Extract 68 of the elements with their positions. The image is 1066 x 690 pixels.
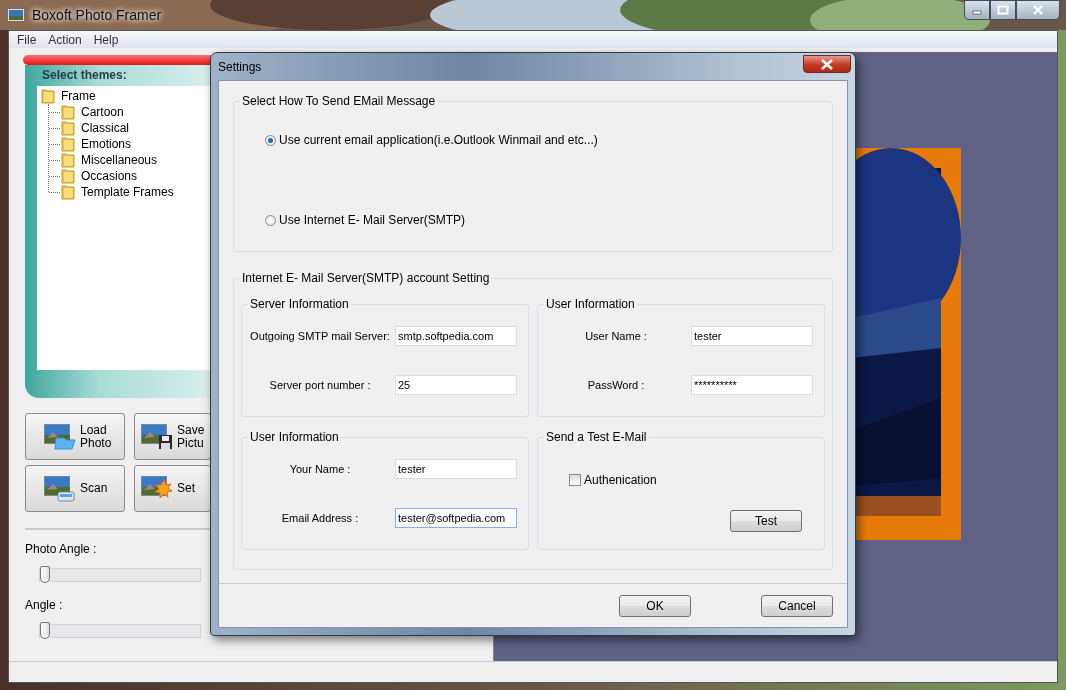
group-title: User Information	[544, 297, 637, 311]
minimize-button[interactable]	[964, 0, 990, 20]
checkbox[interactable]	[569, 474, 581, 486]
radio-button[interactable]	[265, 134, 276, 146]
tool-button[interactable]: Set	[134, 465, 211, 512]
folder-icon	[61, 184, 75, 200]
slider-thumb[interactable]	[40, 622, 50, 639]
text-field[interactable]: smtp.softpedia.com	[395, 326, 517, 346]
tool-button[interactable]: Scan	[25, 465, 125, 512]
text-field[interactable]: tester@softpedia.com	[395, 508, 517, 528]
slider-label: Photo Angle :	[25, 542, 98, 556]
slider-label: Angle :	[25, 598, 64, 612]
tree-item[interactable]: Template Frames	[81, 185, 174, 199]
text-field[interactable]: tester	[395, 459, 517, 479]
radio-label[interactable]: Use current email application(i.e.Outlook Winmail and etc...)	[279, 133, 598, 147]
field-label: Server port number :	[268, 379, 372, 391]
app-icon	[8, 9, 24, 21]
group-title: Select How To Send EMail Message	[240, 94, 438, 108]
slider[interactable]	[39, 624, 201, 638]
folder-icon	[61, 120, 75, 136]
tool-button[interactable]: Load Photo	[25, 413, 125, 460]
folder-icon	[61, 168, 75, 184]
dialog-title: Settings	[218, 60, 262, 74]
folder-icon	[61, 136, 75, 152]
close-icon	[820, 58, 834, 70]
menu-item[interactable]: Help	[87, 32, 125, 47]
menu-item[interactable]: Action	[42, 32, 88, 47]
checkbox-label[interactable]: Authenication	[584, 473, 657, 487]
field-label: User Name :	[584, 330, 648, 342]
tool-button[interactable]: Save Pictu	[134, 413, 211, 460]
menu-item[interactable]: File	[11, 32, 43, 47]
folder-icon	[61, 104, 75, 120]
tree-item[interactable]: Emotions	[81, 137, 132, 151]
photo-folder-icon	[44, 423, 76, 450]
tree-item[interactable]: Frame	[61, 89, 96, 103]
folder-icon	[61, 152, 75, 168]
group-title: User Information	[248, 430, 341, 444]
maximize-button[interactable]	[990, 0, 1016, 20]
radio-button[interactable]	[265, 214, 276, 226]
maximize-icon	[997, 5, 1009, 15]
close-icon	[1032, 5, 1044, 15]
window-title: Boxoft Photo Framer	[32, 7, 162, 23]
dialog-button[interactable]: OK	[619, 594, 691, 617]
text-field[interactable]: tester	[691, 326, 813, 346]
field-label: Your Name :	[288, 463, 352, 475]
group-title: Internet E- Mail Server(SMTP) account Setting	[240, 271, 492, 285]
slider-thumb[interactable]	[40, 566, 50, 583]
field-label: Email Address :	[280, 512, 360, 524]
close-button[interactable]	[803, 55, 851, 73]
tree-item[interactable]: Occasions	[81, 169, 138, 183]
tree-item[interactable]: Cartoon	[81, 105, 124, 119]
panel-title: Select themes:	[41, 68, 128, 84]
text-field[interactable]: 25	[395, 375, 517, 395]
close-button[interactable]	[1016, 0, 1060, 20]
slider[interactable]	[39, 568, 201, 582]
field-label: PassWord :	[586, 379, 646, 391]
tree-item[interactable]: Classical	[81, 121, 129, 135]
dialog-button[interactable]: Cancel	[761, 594, 833, 617]
test-button[interactable]: Test	[730, 510, 802, 532]
text-field[interactable]: **********	[691, 375, 813, 395]
folder-icon	[41, 88, 55, 104]
photo-scanner-icon	[44, 475, 76, 502]
group-title: Server Information	[248, 297, 351, 311]
photo-disk-icon	[141, 423, 173, 450]
radio-label[interactable]: Use Internet E- Mail Server(SMTP)	[279, 213, 466, 227]
tree-item[interactable]: Miscellaneous	[81, 153, 158, 167]
group-title: Send a Test E-Mail	[544, 430, 649, 444]
field-label: Outgoing SMTP mail Server:	[249, 330, 391, 342]
